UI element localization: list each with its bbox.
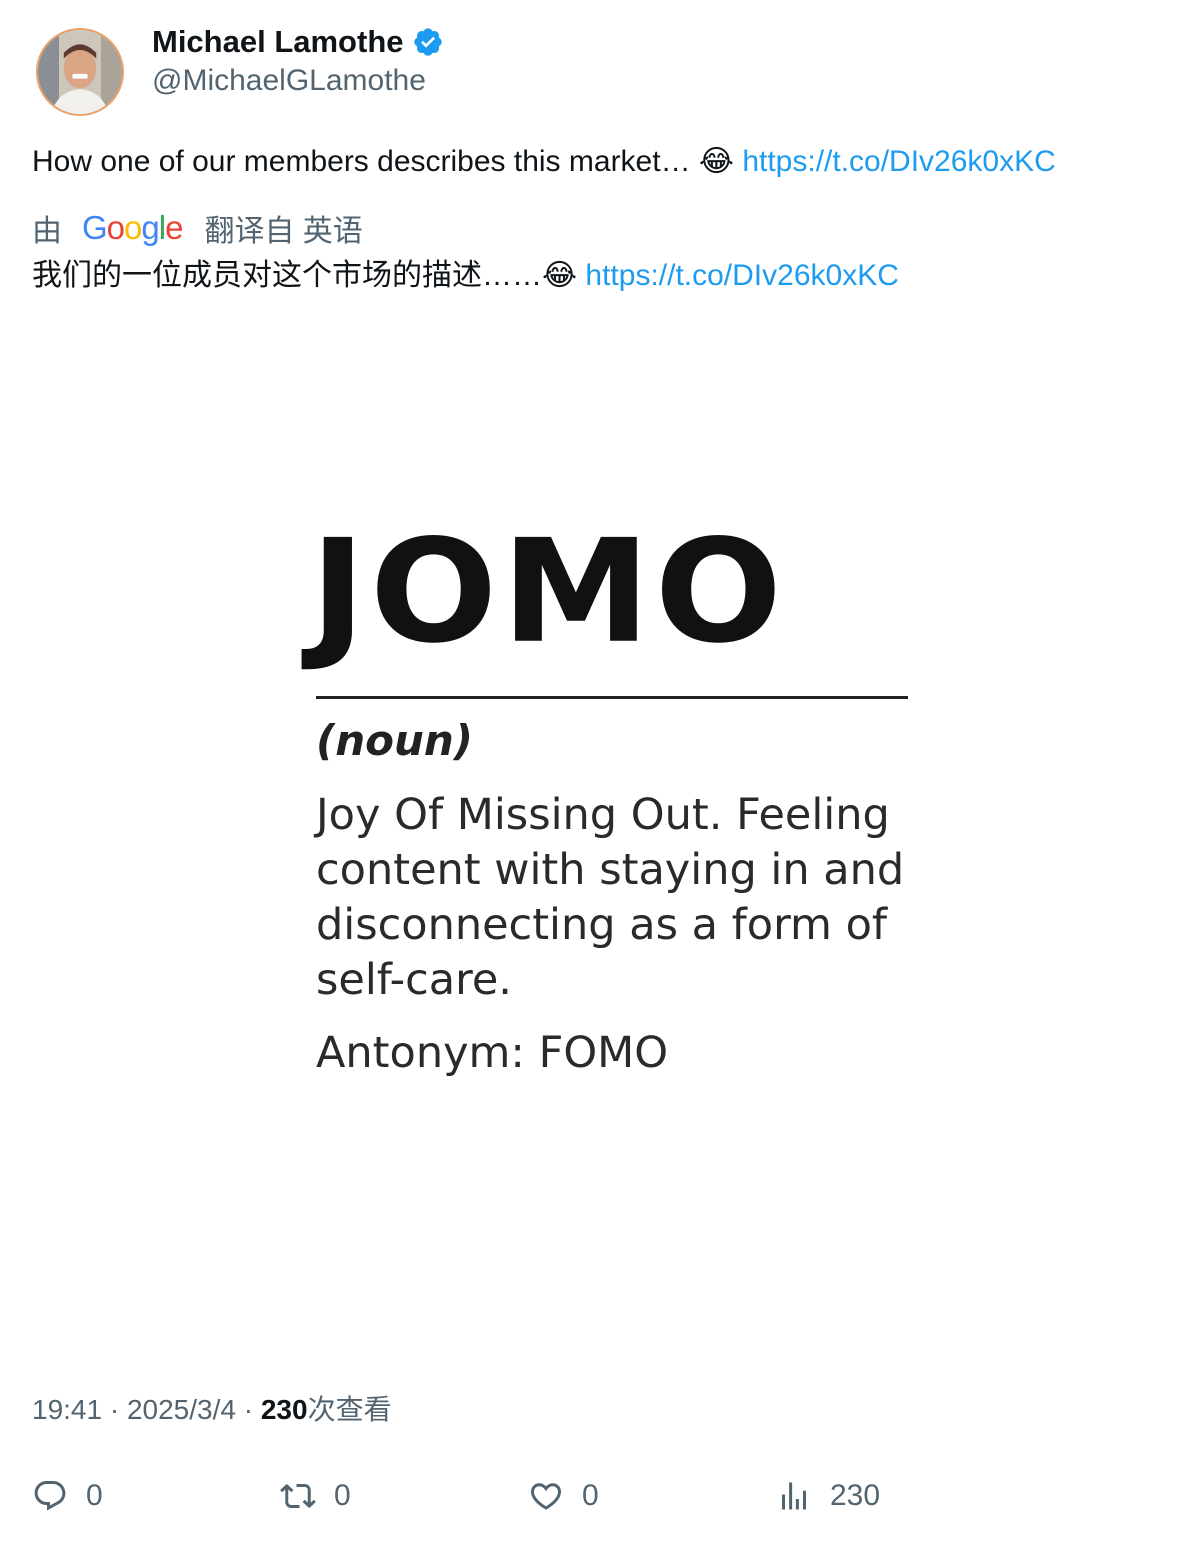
tweet-time[interactable]: 19:41 — [32, 1394, 102, 1425]
tweet-link[interactable]: https://t.co/DIv26k0xKC — [742, 145, 1055, 178]
avatar[interactable] — [36, 28, 124, 116]
retweet-count: 0 — [334, 1479, 351, 1512]
tweet-page: Michael Lamothe @MichaelGLamothe How one… — [0, 0, 1196, 1544]
tweet-media-image[interactable]: JOMO (noun) Joy Of Missing Out. Feeling … — [32, 316, 1164, 1356]
tweet-text: How one of our members describes this ma… — [32, 142, 1056, 182]
tweet-meta: 19:41 · 2025/3/4 · 230次查看 — [32, 1388, 392, 1428]
laughing-emoji: 😂 — [698, 145, 734, 178]
google-logo: Google — [82, 209, 183, 246]
views-label: 次查看 — [307, 1394, 392, 1425]
tweet-date[interactable]: 2025/3/4 — [127, 1394, 236, 1425]
translated-text-body: 我们的一位成员对这个市场的描述…… — [32, 259, 542, 292]
laughing-emoji: 😂 — [542, 259, 578, 292]
translated-link[interactable]: https://t.co/DIv26k0xKC — [585, 259, 898, 292]
avatar-photo — [38, 30, 122, 114]
media-part-of-speech: (noun) — [316, 716, 473, 765]
retweet-icon — [280, 1483, 316, 1509]
translation-prefix: 由 — [32, 215, 62, 248]
reply-button[interactable]: 0 — [32, 1474, 103, 1518]
tweet-text-body: How one of our members describes this ma… — [32, 145, 699, 178]
like-button[interactable]: 0 — [528, 1474, 599, 1518]
translation-suffix[interactable]: 翻译自 英语 — [204, 206, 362, 250]
like-count: 0 — [582, 1479, 599, 1512]
views-count: 230 — [260, 1394, 308, 1425]
media-divider — [316, 696, 908, 699]
retweet-button[interactable]: 0 — [280, 1474, 351, 1518]
meta-separator: · — [235, 1394, 261, 1425]
translated-text: 我们的一位成员对这个市场的描述……😂 https://t.co/DIv26k0x… — [32, 256, 899, 296]
author-name[interactable]: Michael Lamothe — [152, 24, 444, 60]
media-word: JOMO — [310, 509, 787, 675]
media-definition: Joy Of Missing Out. Feeling content with… — [316, 790, 905, 1005]
author-handle[interactable]: @MichaelGLamothe — [152, 64, 426, 98]
views-button[interactable]: 230 — [776, 1474, 880, 1518]
translation-attribution: 由 Google 翻译自 英语 — [32, 206, 363, 250]
reply-icon — [34, 1481, 66, 1511]
reply-count: 0 — [86, 1479, 103, 1512]
heart-icon — [530, 1483, 562, 1510]
views-action-count: 230 — [830, 1479, 881, 1512]
verified-badge-icon[interactable] — [412, 26, 444, 58]
meta-separator: · — [102, 1394, 127, 1425]
media-antonym: Antonym: FOMO — [316, 1028, 669, 1078]
author-name-text[interactable]: Michael Lamothe — [152, 24, 404, 60]
bar-chart-icon — [782, 1482, 806, 1510]
